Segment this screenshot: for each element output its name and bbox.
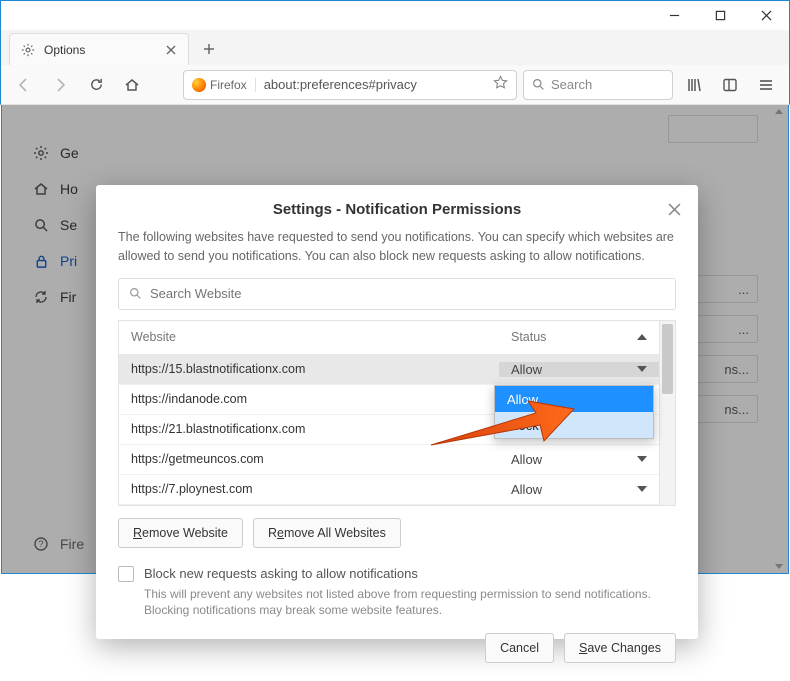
- gear-icon: [20, 42, 36, 58]
- menu-button[interactable]: [751, 70, 781, 100]
- search-website-input[interactable]: [150, 286, 665, 301]
- block-new-requests-hint: This will prevent any websites not liste…: [144, 586, 676, 620]
- url-text: about:preferences#privacy: [264, 77, 493, 92]
- window-minimize-button[interactable]: [651, 1, 697, 30]
- chevron-down-icon: [637, 366, 647, 372]
- bookmark-star-icon[interactable]: [493, 75, 508, 95]
- identity-label: Firefox: [210, 78, 247, 92]
- dropdown-option-allow[interactable]: Allow: [495, 386, 653, 412]
- tab-strip: Options: [0, 30, 790, 65]
- new-tab-button[interactable]: [195, 35, 223, 63]
- library-button[interactable]: [679, 70, 709, 100]
- window-close-button[interactable]: [743, 1, 789, 30]
- dialog-description: The following websites have requested to…: [118, 228, 676, 266]
- search-placeholder: Search: [551, 77, 592, 92]
- search-box[interactable]: Search: [523, 70, 673, 100]
- chevron-down-icon: [637, 486, 647, 492]
- block-new-requests-label: Block new requests asking to allow notif…: [144, 566, 418, 581]
- website-cell: https://21.blastnotificationx.com: [119, 422, 499, 436]
- status-dropdown[interactable]: Allow: [499, 362, 659, 377]
- dialog-title: Settings - Notification Permissions: [273, 201, 521, 218]
- table-row[interactable]: https://15.blastnotificationx.com Allow: [119, 355, 659, 385]
- dialog-close-button[interactable]: [664, 199, 684, 219]
- table-scrollbar[interactable]: [659, 321, 675, 505]
- notification-permissions-dialog: Settings - Notification Permissions The …: [96, 185, 698, 639]
- table-header: Website Status: [119, 321, 659, 355]
- search-icon: [129, 287, 142, 300]
- cancel-button[interactable]: Cancel: [485, 633, 554, 663]
- content-area: Ge Ho Se Pri Fir ? Fire ... ... ns... ns…: [1, 105, 789, 574]
- tab-label: Options: [44, 43, 164, 57]
- firefox-icon: [192, 78, 206, 92]
- tab-options[interactable]: Options: [9, 33, 189, 65]
- column-status[interactable]: Status: [499, 330, 659, 344]
- remove-website-button[interactable]: RRemove Websiteemove Website: [118, 518, 243, 548]
- remove-all-websites-button[interactable]: Remove All WebsitesRemove All Websites: [253, 518, 401, 548]
- table-row[interactable]: https://getmeuncos.com Allow: [119, 445, 659, 475]
- dropdown-option-block[interactable]: Block: [495, 412, 653, 438]
- url-bar[interactable]: Firefox about:preferences#privacy: [183, 70, 517, 100]
- website-cell: https://getmeuncos.com: [119, 452, 499, 466]
- save-changes-button[interactable]: Save ChangesSave Changes: [564, 633, 676, 663]
- chevron-up-icon: [637, 334, 647, 340]
- home-button[interactable]: [117, 70, 147, 100]
- website-cell: https://15.blastnotificationx.com: [119, 362, 499, 376]
- chevron-down-icon: [637, 456, 647, 462]
- browser-toolbar: Firefox about:preferences#privacy Search: [0, 65, 790, 105]
- sidebar-button[interactable]: [715, 70, 745, 100]
- column-website[interactable]: Website: [119, 330, 499, 344]
- search-website-field[interactable]: [118, 278, 676, 310]
- website-cell: https://indanode.com: [119, 392, 499, 406]
- forward-button[interactable]: [45, 70, 75, 100]
- search-icon: [532, 78, 545, 91]
- website-cell: https://7.ploynest.com: [119, 482, 499, 496]
- window-maximize-button[interactable]: [697, 1, 743, 30]
- tab-close-icon[interactable]: [164, 43, 178, 57]
- reload-button[interactable]: [81, 70, 111, 100]
- status-dropdown[interactable]: Allow: [499, 452, 659, 467]
- back-button[interactable]: [9, 70, 39, 100]
- status-dropdown[interactable]: Allow: [499, 482, 659, 497]
- window-titlebar: [0, 0, 790, 30]
- identity-badge[interactable]: Firefox: [192, 78, 256, 92]
- block-new-requests-checkbox[interactable]: [118, 566, 134, 582]
- table-row[interactable]: https://7.ploynest.com Allow: [119, 475, 659, 505]
- status-dropdown-menu: Allow Block: [494, 385, 654, 439]
